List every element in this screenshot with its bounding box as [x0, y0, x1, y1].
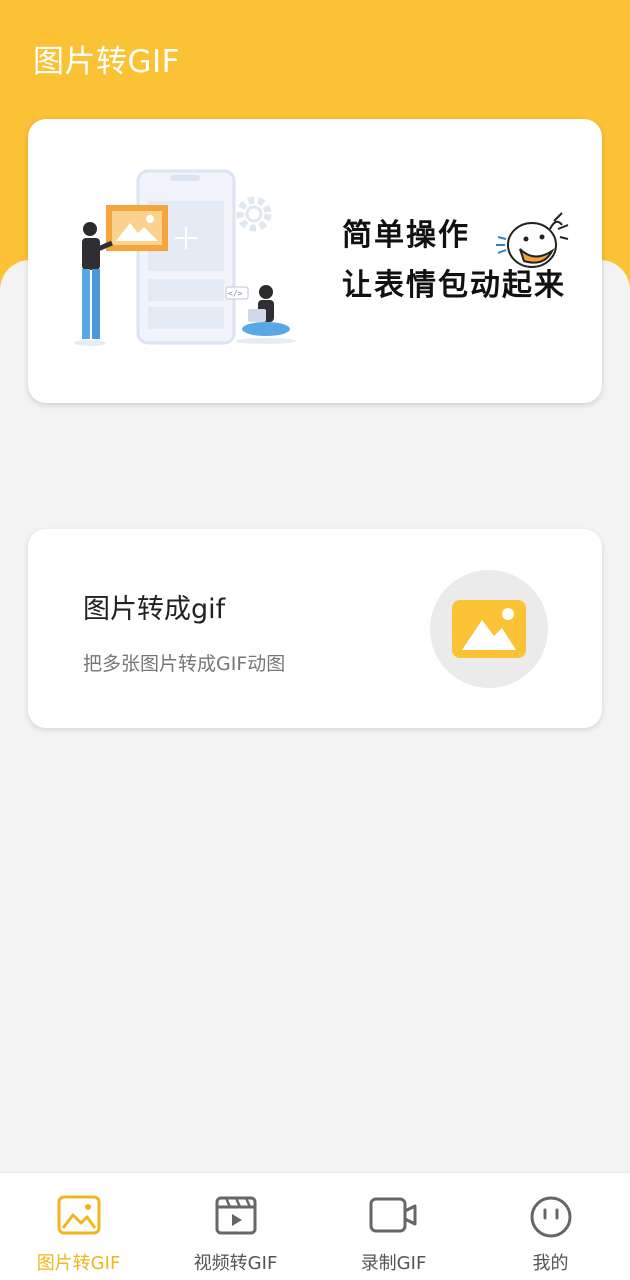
duck-sticker-icon: [496, 212, 569, 268]
page-title: 图片转GIF: [33, 44, 180, 80]
image-icon: [452, 600, 526, 658]
banner-illustration: </>: [74, 169, 296, 346]
tab-mine[interactable]: 我的: [472, 1173, 629, 1280]
tab-video-to-gif[interactable]: 视频转GIF: [157, 1173, 314, 1280]
feature-icon-circle[interactable]: [430, 570, 548, 688]
feature-title: 图片转成gif: [83, 594, 226, 625]
svg-text:</>: </>: [228, 289, 243, 298]
image-icon: [57, 1195, 100, 1235]
video-clapper-icon: [215, 1196, 256, 1235]
tab-image-to-gif[interactable]: 图片转GIF: [0, 1173, 157, 1280]
tab-label: 视频转GIF: [193, 1253, 278, 1274]
tab-label: 我的: [532, 1253, 569, 1274]
tab-label: 录制GIF: [360, 1253, 427, 1274]
tab-record-gif[interactable]: 录制GIF: [315, 1173, 472, 1280]
video-camera-icon: [369, 1197, 416, 1233]
feature-subtitle: 把多张图片转成GIF动图: [83, 653, 286, 675]
banner-card[interactable]: </> 简单操作 让表情包动起来: [28, 119, 602, 403]
face-icon: [530, 1196, 571, 1238]
tab-label: 图片转GIF: [36, 1253, 121, 1274]
image-to-gif-card[interactable]: 图片转成gif 把多张图片转成GIF动图: [28, 529, 602, 728]
bottom-tab-bar: 图片转GIF 视频转GIF 录制GIF 我的: [0, 1172, 630, 1280]
